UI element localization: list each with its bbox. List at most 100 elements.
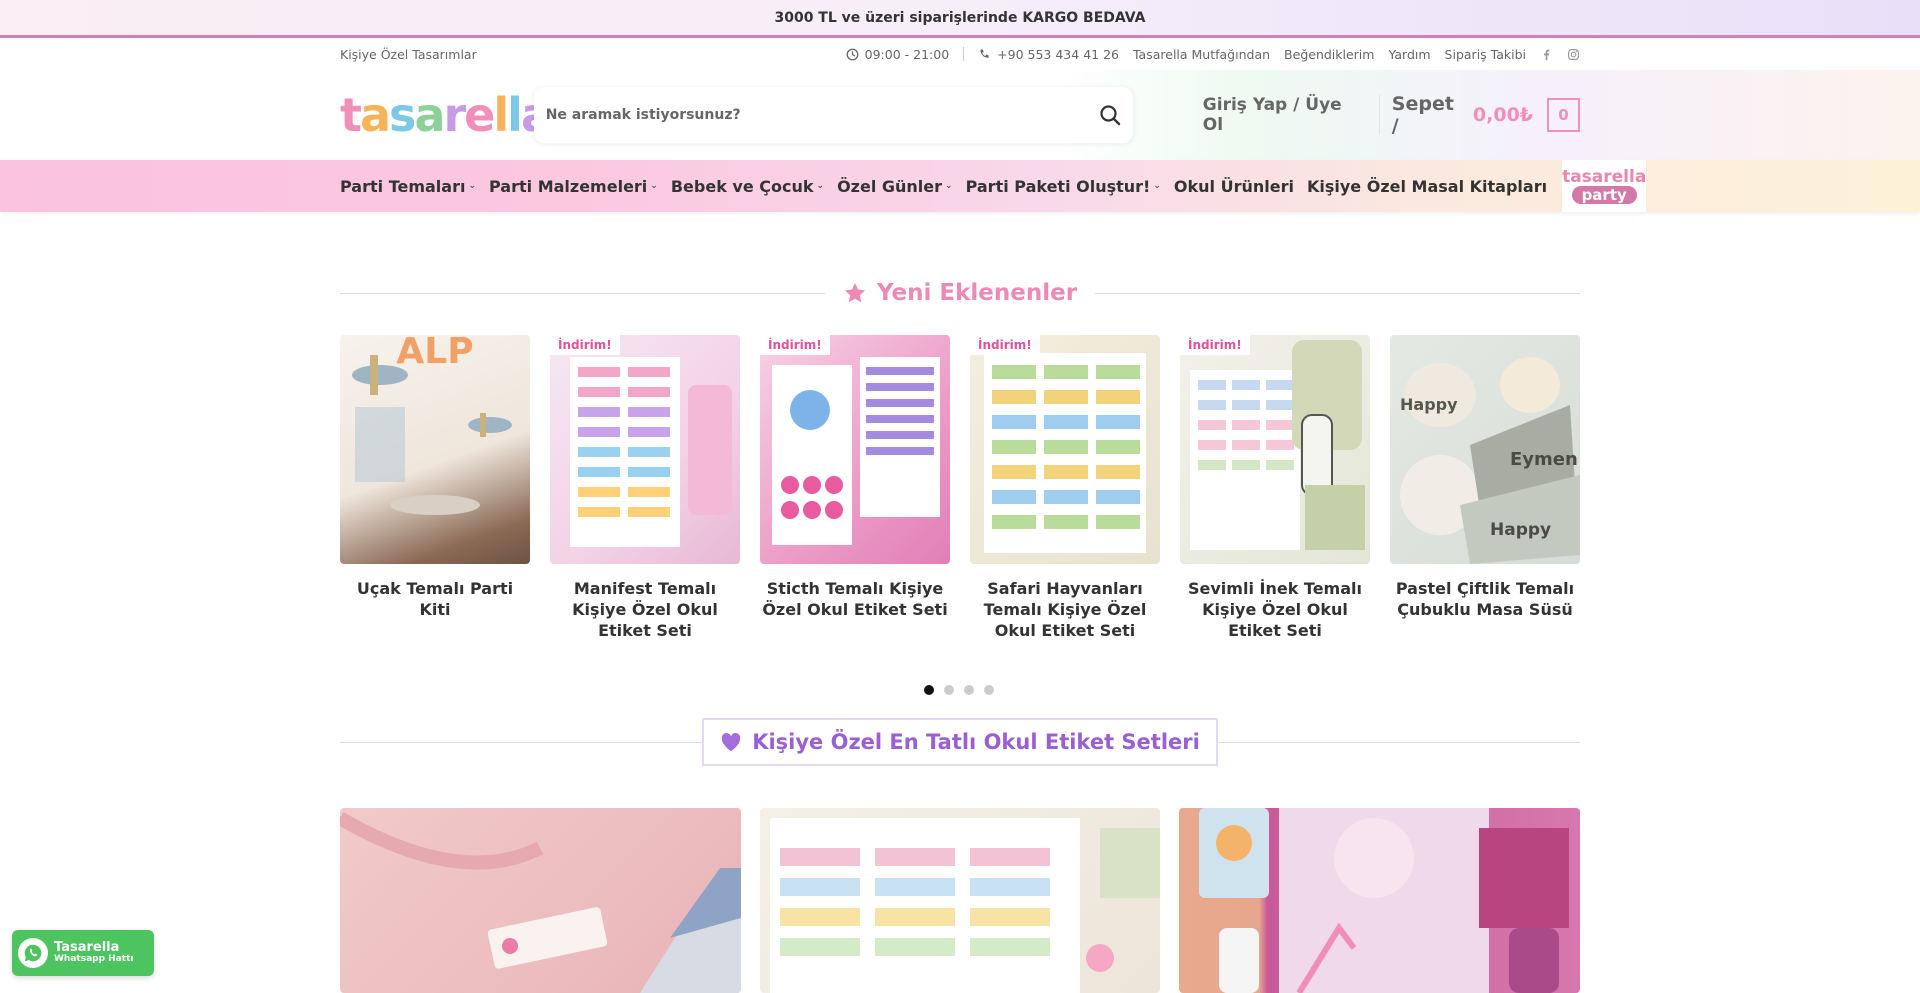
label-sheet-illustration (570, 357, 732, 547)
product-name[interactable]: Pastel Çiftlik Temalı Çubuklu Masa Süsü (1390, 579, 1580, 621)
link-help[interactable]: Yardım (1388, 47, 1430, 62)
divider (1095, 292, 1581, 294)
link-kitchen[interactable]: Tasarella Mutfağından (1133, 47, 1270, 62)
search-input[interactable] (545, 107, 1066, 123)
divider (340, 741, 703, 743)
hours-text: 09:00 - 21:00 (864, 46, 950, 62)
section-title: Kişiye Özel En Tatlı Okul Etiket Setleri (752, 730, 1200, 754)
whatsapp-sublabel: Whatsapp Hattı (54, 954, 134, 965)
product-carousel: ALP Uçak Temalı Parti Kiti İndirim! Mani… (340, 335, 1580, 641)
label-sheet-illustration (1190, 340, 1365, 550)
cart-button[interactable]: Sepet / 0,00₺ 0 (1391, 93, 1581, 137)
utility-tagline: Kişiye Özel Tasarımlar (340, 46, 477, 62)
chevron-down-icon: ⌄ (945, 181, 953, 191)
nav-item-baby-kids[interactable]: Bebek ve Çocuk ⌄ (671, 177, 824, 196)
product-image[interactable]: İndirim! (1180, 335, 1370, 564)
search-icon[interactable] (1099, 104, 1121, 126)
promo-text: 3000 TL ve üzeri siparişlerinde KARGO BE… (774, 9, 1146, 26)
clock-icon (846, 48, 859, 60)
sale-badge: İndirim! (1180, 335, 1250, 355)
product-card[interactable]: Happy Eymen Happy Pastel Çiftlik Temalı … (1390, 335, 1580, 641)
divider (963, 47, 965, 61)
nav-item-story-books[interactable]: Kişiye Özel Masal Kitapları (1307, 177, 1547, 196)
phone-link[interactable]: +90 553 434 41 26 (978, 47, 1119, 62)
product-name[interactable]: Safari Hayvanları Temalı Kişiye Özel Oku… (970, 579, 1160, 641)
facebook-icon[interactable] (1540, 48, 1553, 61)
pagination-dot[interactable] (984, 685, 994, 695)
cart-label: Sepet / (1391, 93, 1454, 137)
svg-text:ALP: ALP (396, 335, 473, 372)
nav-item-party-themes[interactable]: Parti Temaları ⌄ (340, 177, 476, 196)
heart-icon (721, 732, 741, 752)
search-bar (533, 87, 1133, 143)
product-image[interactable]: İndirim! (760, 335, 950, 564)
utility-bar: Kişiye Özel Tasarımlar 09:00 - 21:00 +90… (0, 38, 1920, 70)
link-wishlist[interactable]: Beğendiklerim (1284, 47, 1374, 62)
tasarella-party-link[interactable]: tasarella party (1562, 160, 1647, 212)
opening-hours: 09:00 - 21:00 (846, 46, 950, 62)
chevron-down-icon: ⌄ (1153, 181, 1161, 191)
phone-text: +90 553 434 41 26 (997, 46, 1119, 62)
label-sheet-illustration (772, 357, 940, 545)
sale-badge: İndirim! (760, 335, 830, 355)
pagination-dot[interactable] (924, 685, 934, 695)
pagination-dot[interactable] (964, 685, 974, 695)
chevron-down-icon: ⌄ (650, 181, 658, 191)
chevron-down-icon: ⌄ (816, 181, 825, 191)
divider (340, 292, 825, 294)
site-logo[interactable]: tasarella (340, 88, 566, 142)
product-card[interactable]: ALP Uçak Temalı Parti Kiti (340, 335, 530, 641)
promo-bar: 3000 TL ve üzeri siparişlerinde KARGO BE… (0, 0, 1920, 38)
product-image[interactable]: ALP (340, 335, 530, 564)
product-name[interactable]: Uçak Temalı Parti Kiti (340, 579, 530, 621)
main-navigation: Parti Temaları ⌄ Parti Malzemeleri ⌄ Bebek… (0, 160, 1920, 212)
airplane-party-illustration: ALP (352, 335, 512, 515)
whatsapp-button[interactable]: Tasarella Whatsapp Hattı (12, 930, 154, 976)
svg-text:Happy: Happy (1400, 395, 1458, 414)
carousel-pagination (924, 685, 994, 695)
divider (1217, 741, 1581, 743)
product-card[interactable]: İndirim! Sticth Temalı Kişiye Özel Okul … (760, 335, 950, 641)
nav-item-special-days[interactable]: Özel Günler ⌄ (837, 177, 953, 196)
party-badge-line1: tasarella (1562, 166, 1647, 187)
site-header: tasarella Giriş Yap / Üye Ol Sepet / 0,0… (0, 70, 1920, 160)
product-name[interactable]: Sevimli İnek Temalı Kişiye Özel Okul Eti… (1180, 579, 1370, 641)
category-card[interactable] (1179, 808, 1581, 993)
cart-total: 0,00₺ (1472, 104, 1534, 126)
label-sheet-illustration (984, 353, 1146, 553)
chevron-down-icon: ⌄ (468, 181, 476, 191)
category-banners (340, 808, 1581, 993)
party-badge-line2: party (1571, 185, 1637, 204)
cart-count: 0 (1547, 98, 1581, 132)
link-order-tracking[interactable]: Sipariş Takibi (1445, 47, 1526, 62)
product-name[interactable]: Sticth Temalı Kişiye Özel Okul Etiket Se… (760, 579, 950, 621)
school-labels-heading: Kişiye Özel En Tatlı Okul Etiket Setleri (340, 718, 1581, 766)
sale-badge: İndirim! (970, 335, 1040, 355)
sale-badge: İndirim! (550, 335, 620, 355)
birthday-topper-illustration: Happy Eymen Happy (1400, 357, 1580, 564)
category-card[interactable] (759, 808, 1161, 993)
nav-item-party-package[interactable]: Parti Paketi Oluştur! ⌄ (966, 177, 1161, 196)
product-card[interactable]: İndirim! Manifest Temalı Kişiye Özel Oku… (550, 335, 740, 641)
label-sheet-image (769, 818, 1160, 993)
whatsapp-label: Tasarella (54, 939, 120, 955)
whatsapp-icon (18, 938, 48, 968)
product-image[interactable]: İndirim! (970, 335, 1160, 564)
nav-item-party-supplies[interactable]: Parti Malzemeleri ⌄ (489, 177, 658, 196)
product-card[interactable]: İndirim! Safari Hayvanları Temalı Kişiye… (970, 335, 1160, 641)
pagination-dot[interactable] (944, 685, 954, 695)
star-icon (844, 283, 865, 303)
divider (1378, 95, 1380, 135)
product-name[interactable]: Manifest Temalı Kişiye Özel Okul Etiket … (550, 579, 740, 641)
instagram-icon[interactable] (1567, 48, 1580, 61)
svg-text:Eymen: Eymen (1510, 449, 1578, 470)
nav-item-school-products[interactable]: Okul Ürünleri (1174, 177, 1294, 196)
product-card[interactable]: İndirim! Sevimli İnek Temalı Kişiye Özel… (1180, 335, 1370, 641)
product-image[interactable]: Happy Eymen Happy (1390, 335, 1580, 564)
login-register-link[interactable]: Giriş Yap / Üye Ol (1203, 95, 1365, 135)
new-arrivals-heading: Yeni Eklenenler (340, 280, 1581, 306)
category-card[interactable] (340, 808, 741, 993)
section-title: Yeni Eklenenler (876, 280, 1078, 306)
product-image[interactable]: İndirim! (550, 335, 740, 564)
phone-icon (980, 49, 989, 58)
